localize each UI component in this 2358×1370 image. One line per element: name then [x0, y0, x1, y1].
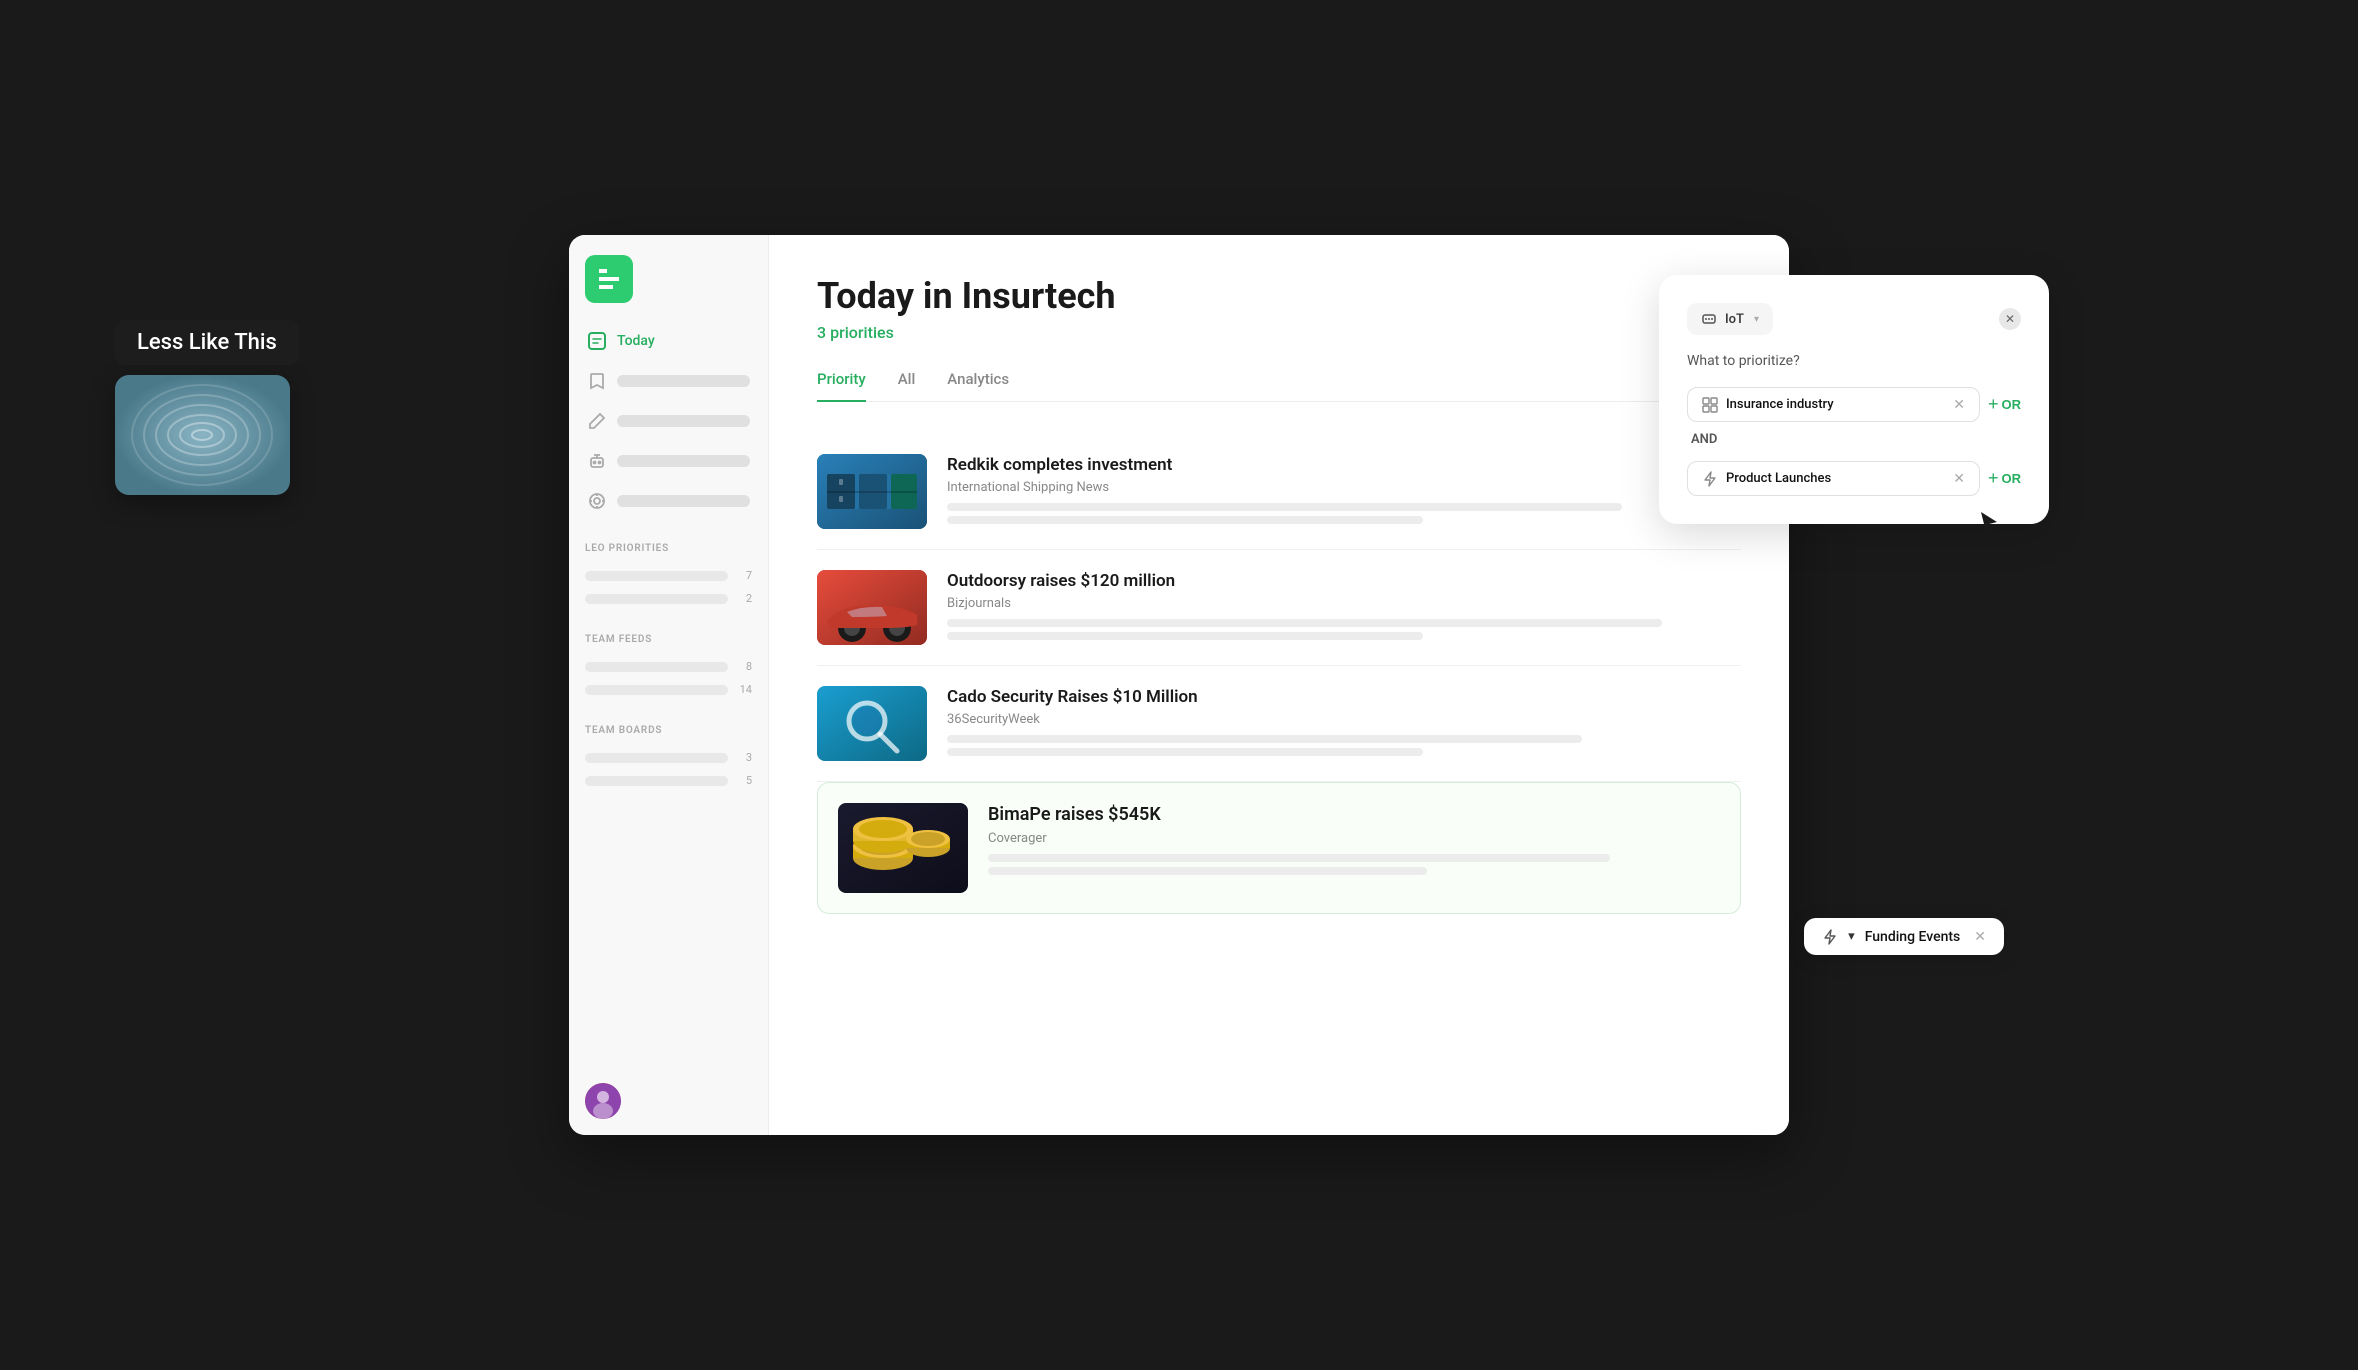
product-launches-tag[interactable]: Product Launches ✕	[1687, 461, 1980, 496]
article-title: BimaPe raises $545K	[988, 803, 1720, 826]
filter-tag-row-1: Insurance industry ✕ + OR	[1687, 387, 2021, 422]
article-source: Coverager	[988, 831, 1720, 846]
insurance-tag-close[interactable]: ✕	[1953, 396, 1965, 413]
sidebar-section-boards: TEAM BOARDS 3 5	[569, 725, 768, 792]
article-source: Bizjournals	[947, 596, 1741, 611]
article-meta: Redkik completes investment Internationa…	[947, 454, 1741, 529]
app-logo[interactable]	[585, 255, 633, 303]
filter-card: IoT ▾ ✕ What to prioritize? Insurance in…	[1659, 275, 2049, 524]
article-thumbnail	[817, 686, 927, 761]
funding-bolt-icon	[1822, 929, 1838, 945]
tab-analytics[interactable]: Analytics	[947, 370, 1009, 402]
article-item[interactable]: Redkik completes investment Internationa…	[817, 434, 1741, 550]
sidebar-section-leo: LEO PRIORITIES 7 2	[569, 543, 768, 610]
article-source: 36SecurityWeek	[947, 712, 1741, 727]
page-title: Today in Insurtech	[817, 275, 1741, 317]
sidebar: Today	[569, 235, 769, 1135]
funding-events-tag[interactable]: ▾ Funding Events ✕	[1804, 918, 2004, 955]
sidebar-item-skeleton	[617, 415, 750, 427]
boards-section-title: TEAM BOARDS	[585, 725, 752, 736]
insurance-tag[interactable]: Insurance industry ✕	[1687, 387, 1980, 422]
article-list: Redkik completes investment Internationa…	[817, 434, 1741, 914]
team-feed-item[interactable]: 8	[585, 655, 752, 678]
sidebar-item-saved[interactable]	[577, 363, 760, 399]
article-item-highlighted[interactable]: BimaPe raises $545K Coverager	[817, 782, 1741, 914]
tab-priority[interactable]: Priority	[817, 370, 866, 402]
iot-badge[interactable]: IoT ▾	[1687, 303, 1773, 335]
article-meta: Cado Security Raises $10 Million 36Secur…	[947, 686, 1741, 761]
team-board-item[interactable]: 3	[585, 746, 752, 769]
article-title: Redkik completes investment	[947, 454, 1741, 476]
product-launches-label: Product Launches	[1726, 471, 1945, 486]
layout-icon	[1702, 397, 1718, 413]
user-avatar[interactable]	[569, 1067, 768, 1135]
filter-question: What to prioritize?	[1687, 353, 2021, 369]
team-board-item[interactable]: 5	[585, 769, 752, 792]
sidebar-item-edit[interactable]	[577, 403, 760, 439]
funding-events-label: Funding Events	[1865, 929, 1961, 945]
sidebar-nav: Today	[569, 323, 768, 519]
filter-header: IoT ▾ ✕	[1687, 303, 2021, 335]
sidebar-item-skeleton	[617, 495, 750, 507]
article-title: Cado Security Raises $10 Million	[947, 686, 1741, 708]
main-content: Today in Insurtech 3 priorities Priority…	[769, 235, 1789, 1135]
article-item[interactable]: Cado Security Raises $10 Million 36Secur…	[817, 666, 1741, 782]
funding-events-close[interactable]: ✕	[1974, 928, 1986, 945]
leo-section-title: LEO PRIORITIES	[585, 543, 752, 554]
article-meta: BimaPe raises $545K Coverager	[988, 803, 1720, 879]
cursor-arrow	[1979, 510, 1999, 538]
main-window: Today	[569, 235, 1789, 1135]
article-thumbnail	[838, 803, 968, 893]
sidebar-section-feeds: TEAM FEEDS 8 14	[569, 634, 768, 701]
iot-label: IoT	[1725, 312, 1744, 327]
article-meta: Outdoorsy raises $120 million Bizjournal…	[947, 570, 1741, 645]
and-label: AND	[1691, 432, 2021, 447]
add-or-button-2[interactable]: + OR	[1988, 468, 2021, 489]
article-thumbnail	[817, 454, 927, 529]
iot-icon	[1701, 311, 1717, 327]
team-feed-item[interactable]: 14	[585, 678, 752, 701]
leo-feed-item[interactable]: 2	[585, 587, 752, 610]
sidebar-item-target[interactable]	[577, 483, 760, 519]
sidebar-today-label: Today	[617, 333, 655, 349]
less-like-this-tooltip: Less Like This	[115, 320, 299, 365]
leo-feed-item[interactable]: 7	[585, 564, 752, 587]
insurance-tag-label: Insurance industry	[1726, 397, 1945, 412]
article-title: Outdoorsy raises $120 million	[947, 570, 1741, 592]
content-tabs: Priority All Analytics	[817, 370, 1741, 402]
article-item[interactable]: Outdoorsy raises $120 million Bizjournal…	[817, 550, 1741, 666]
article-thumbnail	[817, 570, 927, 645]
add-or-button-1[interactable]: + OR	[1988, 394, 2021, 415]
feeds-section-title: TEAM FEEDS	[585, 634, 752, 645]
iot-chevron: ▾	[1754, 314, 1759, 325]
sidebar-item-skeleton	[617, 375, 750, 387]
article-source: International Shipping News	[947, 480, 1741, 495]
sidebar-item-bot[interactable]	[577, 443, 760, 479]
sidebar-item-skeleton	[617, 455, 750, 467]
tab-all[interactable]: All	[898, 370, 916, 402]
funding-events-chevron: ▾	[1848, 929, 1855, 944]
product-launches-close[interactable]: ✕	[1953, 470, 1965, 487]
filter-close-button[interactable]: ✕	[1999, 308, 2021, 330]
sidebar-item-today[interactable]: Today	[577, 323, 760, 359]
filter-tag-row-2: Product Launches ✕ + OR	[1687, 461, 2021, 496]
floating-thumb-card: Less Like This	[115, 320, 299, 495]
bolt-icon	[1702, 471, 1718, 487]
page-subtitle: 3 priorities	[817, 323, 1741, 342]
floating-thumbnail	[115, 375, 290, 495]
